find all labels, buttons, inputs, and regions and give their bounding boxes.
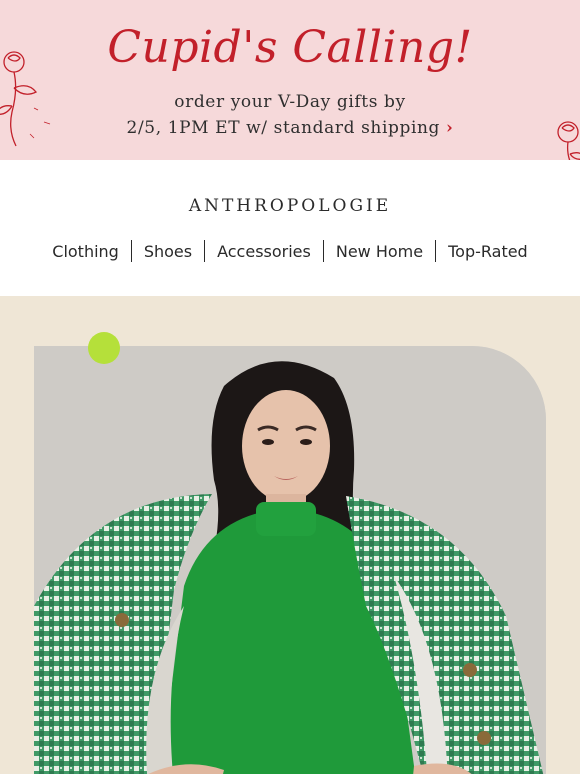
email-page: Cupid's Calling! order your V-Day gifts … [0,0,580,774]
promo-banner[interactable]: Cupid's Calling! order your V-Day gifts … [0,0,580,160]
promo-line-1: order your V-Day gifts by [174,92,406,112]
nav-item-clothing[interactable]: Clothing [40,242,131,261]
model-illustration [34,346,546,774]
hero-section[interactable] [0,296,580,774]
promo-headline: Cupid's Calling! [107,22,473,73]
nav-item-accessories[interactable]: Accessories [205,242,323,261]
accent-dot [88,332,120,364]
nav-item-new-home[interactable]: New Home [324,242,435,261]
rose-icon [0,51,51,147]
brand-logo[interactable]: ANTHROPOLOGIE [0,196,580,216]
nav-item-shoes[interactable]: Shoes [132,242,204,261]
hero-image[interactable] [34,346,546,774]
nav-item-top-rated[interactable]: Top-Rated [436,242,540,261]
chevron-right-icon[interactable]: › [446,118,453,138]
rose-icon [557,121,580,160]
promo-line-2-text: 2/5, 1PM ET w/ standard shipping [126,118,441,138]
category-nav: Clothing Shoes Accessories New Home Top-… [0,236,580,266]
promo-line-2: 2/5, 1PM ET w/ standard shipping › [0,118,580,138]
